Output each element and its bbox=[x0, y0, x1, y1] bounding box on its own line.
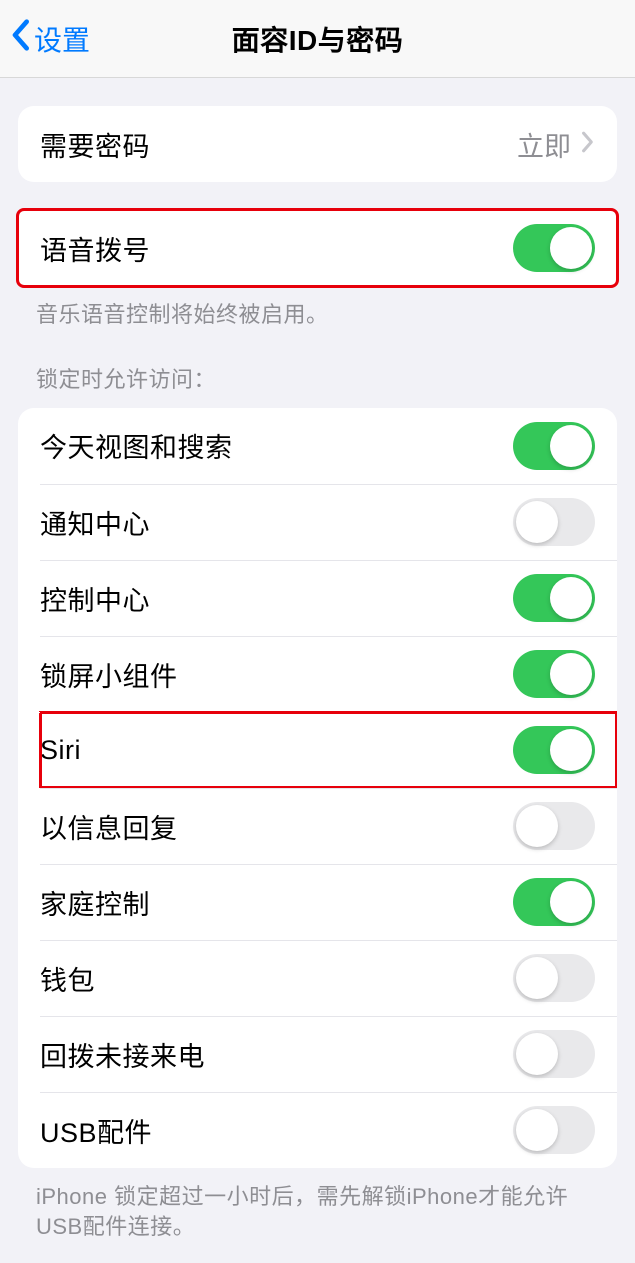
lock-access-row: 以信息回复 bbox=[40, 788, 617, 864]
group-lock-access: 今天视图和搜索通知中心控制中心锁屏小组件 Siri 以信息回复家庭控制钱包回拨未接来… bbox=[18, 408, 617, 1168]
back-label: 设置 bbox=[34, 19, 90, 59]
lock-access-row: 通知中心 bbox=[40, 484, 617, 560]
lock-access-row: 家庭控制 bbox=[40, 864, 617, 940]
voice-dial-toggle[interactable] bbox=[513, 224, 595, 272]
lock-access-toggle[interactable] bbox=[513, 878, 595, 926]
row-require-passcode[interactable]: 需要密码 立即 bbox=[18, 106, 617, 182]
require-passcode-label: 需要密码 bbox=[40, 125, 150, 164]
lock-access-toggle[interactable] bbox=[513, 726, 595, 774]
lock-access-label: 家庭控制 bbox=[40, 883, 150, 922]
lock-access-row: 控制中心 bbox=[40, 560, 617, 636]
lock-access-label: 以信息回复 bbox=[40, 807, 178, 846]
lock-access-row: Siri bbox=[40, 712, 617, 788]
lock-access-toggle[interactable] bbox=[513, 954, 595, 1002]
lock-access-footer: iPhone 锁定超过一小时后，需先解锁iPhone才能允许USB配件连接。 bbox=[0, 1168, 635, 1244]
lock-access-row: 锁屏小组件 bbox=[40, 636, 617, 712]
lock-access-toggle[interactable] bbox=[513, 498, 595, 546]
lock-access-label: 今天视图和搜索 bbox=[40, 426, 233, 465]
group-require-passcode: 需要密码 立即 bbox=[18, 106, 617, 182]
lock-access-toggle[interactable] bbox=[513, 574, 595, 622]
row-voice-dial: 语音拨号 bbox=[18, 210, 617, 286]
lock-access-label: 回拨未接来电 bbox=[40, 1035, 205, 1074]
require-passcode-value: 立即 bbox=[517, 125, 571, 164]
lock-access-toggle[interactable] bbox=[513, 422, 595, 470]
lock-access-label: Siri bbox=[40, 735, 81, 766]
lock-access-label: 控制中心 bbox=[40, 579, 150, 618]
lock-access-toggle[interactable] bbox=[513, 1030, 595, 1078]
lock-access-toggle[interactable] bbox=[513, 650, 595, 698]
navbar: 设置 面容ID与密码 bbox=[0, 0, 635, 78]
lock-access-label: 锁屏小组件 bbox=[40, 655, 178, 694]
lock-access-toggle[interactable] bbox=[513, 802, 595, 850]
lock-access-header: 锁定时允许访问： bbox=[0, 331, 635, 398]
chevron-left-icon bbox=[10, 18, 30, 59]
lock-access-label: 钱包 bbox=[40, 959, 95, 998]
lock-access-row: 今天视图和搜索 bbox=[18, 408, 617, 484]
lock-access-toggle[interactable] bbox=[513, 1106, 595, 1154]
voice-dial-label: 语音拨号 bbox=[40, 229, 150, 268]
page-title: 面容ID与密码 bbox=[232, 19, 404, 59]
group-voice-dial: 语音拨号 bbox=[18, 210, 617, 286]
lock-access-label: USB配件 bbox=[40, 1111, 152, 1150]
lock-access-row: 钱包 bbox=[40, 940, 617, 1016]
voice-dial-footer: 音乐语音控制将始终被启用。 bbox=[0, 286, 635, 331]
lock-access-label: 通知中心 bbox=[40, 503, 150, 542]
lock-access-row: 回拨未接来电 bbox=[40, 1016, 617, 1092]
lock-access-row: USB配件 bbox=[40, 1092, 617, 1168]
content: 需要密码 立即 语音拨号 音乐语音控制将始终被启用。 锁定时允许访问： 今天视图… bbox=[0, 106, 635, 1263]
back-button[interactable]: 设置 bbox=[0, 18, 90, 59]
chevron-right-icon bbox=[581, 131, 595, 158]
